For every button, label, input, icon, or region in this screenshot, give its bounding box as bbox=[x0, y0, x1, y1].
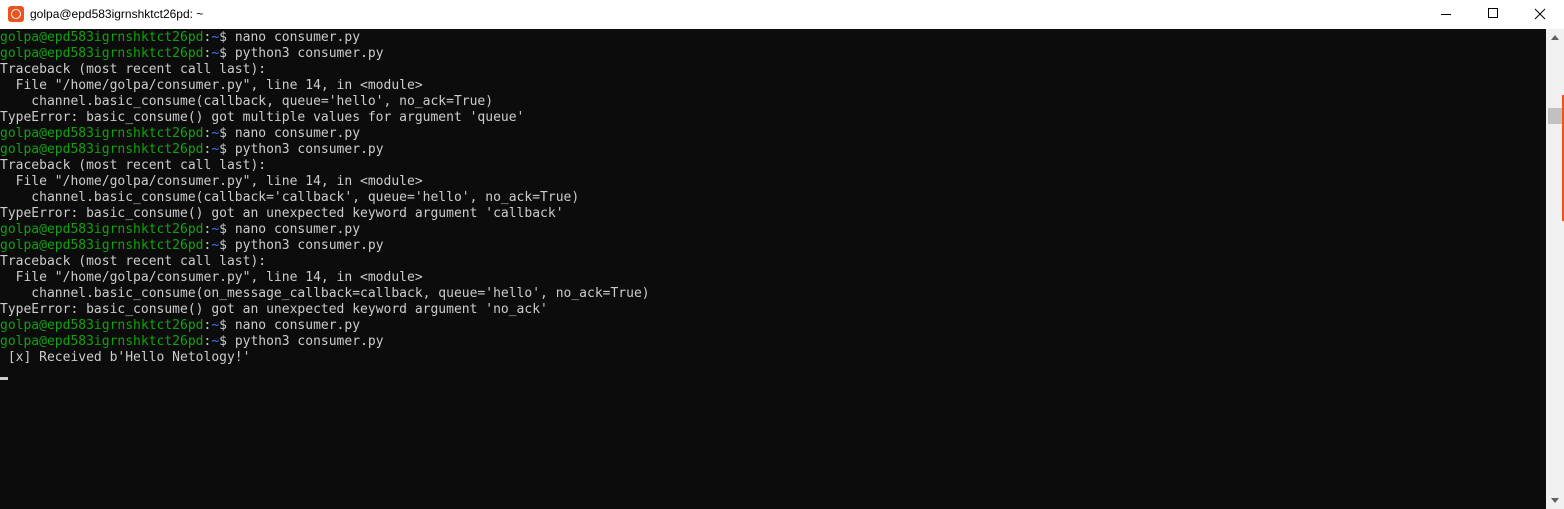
minimize-icon bbox=[1441, 14, 1451, 15]
prompt-symbol: $ bbox=[219, 126, 235, 141]
terminal-lines: golpa@epd583igrnshktct26pd:~$ nano consu… bbox=[0, 30, 650, 366]
prompt-line: golpa@epd583igrnshktct26pd:~$ python3 co… bbox=[0, 238, 650, 254]
prompt-user-host: golpa@epd583igrnshktct26pd bbox=[0, 222, 204, 237]
prompt-symbol: $ bbox=[219, 222, 235, 237]
maximize-icon bbox=[1488, 8, 1498, 18]
prompt-user-host: golpa@epd583igrnshktct26pd bbox=[0, 46, 204, 61]
prompt-path: ~ bbox=[211, 46, 220, 61]
command-text: nano consumer.py bbox=[234, 30, 361, 45]
command-text: nano consumer.py bbox=[234, 222, 361, 237]
prompt-user-host: golpa@epd583igrnshktct26pd bbox=[0, 238, 204, 253]
prompt-path: ~ bbox=[211, 238, 220, 253]
minimize-button[interactable] bbox=[1423, 0, 1469, 29]
prompt-line: golpa@epd583igrnshktct26pd:~$ nano consu… bbox=[0, 318, 650, 334]
scroll-down-arrow-icon bbox=[1551, 498, 1559, 503]
prompt-path: ~ bbox=[211, 30, 220, 45]
close-icon bbox=[1534, 8, 1546, 20]
title-bar[interactable]: golpa@epd583igrnshktct26pd: ~ bbox=[0, 0, 1564, 29]
prompt-line: golpa@epd583igrnshktct26pd:~$ nano consu… bbox=[0, 30, 650, 46]
prompt-path: ~ bbox=[211, 126, 220, 141]
prompt-user-host: golpa@epd583igrnshktct26pd bbox=[0, 334, 204, 349]
output-line: channel.basic_consume(callback, queue='h… bbox=[0, 94, 494, 109]
prompt-symbol: $ bbox=[219, 30, 235, 45]
output-line: File "/home/golpa/consumer.py", line 14,… bbox=[0, 78, 423, 93]
prompt-line: golpa@epd583igrnshktct26pd:~$ nano consu… bbox=[0, 126, 650, 142]
command-text: python3 consumer.py bbox=[234, 238, 384, 253]
prompt-symbol: $ bbox=[219, 334, 235, 349]
command-text: python3 consumer.py bbox=[234, 142, 384, 157]
command-text: nano consumer.py bbox=[234, 318, 361, 333]
prompt-user-host: golpa@epd583igrnshktct26pd bbox=[0, 318, 204, 333]
command-text: nano consumer.py bbox=[234, 126, 361, 141]
scroll-down-button[interactable] bbox=[1546, 492, 1564, 509]
scrollbar-thumb[interactable] bbox=[1548, 108, 1562, 124]
window-title: golpa@epd583igrnshktct26pd: ~ bbox=[30, 7, 204, 21]
output-line: channel.basic_consume(callback='callback… bbox=[0, 190, 580, 205]
prompt-line: golpa@epd583igrnshktct26pd:~$ python3 co… bbox=[0, 334, 650, 350]
prompt-line: golpa@epd583igrnshktct26pd:~$ nano consu… bbox=[0, 222, 650, 238]
prompt-line: golpa@epd583igrnshktct26pd:~$ python3 co… bbox=[0, 142, 650, 158]
ubuntu-logo-icon bbox=[8, 6, 24, 22]
prompt-user-host: golpa@epd583igrnshktct26pd bbox=[0, 142, 204, 157]
command-text: python3 consumer.py bbox=[234, 46, 384, 61]
output-line: File "/home/golpa/consumer.py", line 14,… bbox=[0, 270, 423, 285]
prompt-path: ~ bbox=[211, 222, 220, 237]
output-line: [x] Received b'Hello Netology!' bbox=[0, 350, 251, 365]
output-line: TypeError: basic_consume() got an unexpe… bbox=[0, 206, 564, 221]
prompt-path: ~ bbox=[211, 142, 220, 157]
prompt-symbol: $ bbox=[219, 142, 235, 157]
prompt-symbol: $ bbox=[219, 318, 235, 333]
output-line: Traceback (most recent call last): bbox=[0, 62, 267, 77]
output-line: File "/home/golpa/consumer.py", line 14,… bbox=[0, 174, 423, 189]
prompt-symbol: $ bbox=[219, 46, 235, 61]
close-button[interactable] bbox=[1517, 0, 1563, 29]
maximize-button[interactable] bbox=[1470, 0, 1516, 29]
prompt-line: golpa@epd583igrnshktct26pd:~$ python3 co… bbox=[0, 46, 650, 62]
scroll-up-button[interactable] bbox=[1546, 29, 1564, 46]
terminal-output[interactable]: golpa@epd583igrnshktct26pd:~$ nano consu… bbox=[0, 29, 1546, 509]
output-line: channel.basic_consume(on_message_callbac… bbox=[0, 286, 650, 301]
scroll-up-arrow-icon bbox=[1551, 35, 1559, 40]
prompt-symbol: $ bbox=[219, 238, 235, 253]
prompt-user-host: golpa@epd583igrnshktct26pd bbox=[0, 30, 204, 45]
prompt-path: ~ bbox=[211, 318, 220, 333]
prompt-path: ~ bbox=[211, 334, 220, 349]
output-line: TypeError: basic_consume() got an unexpe… bbox=[0, 302, 548, 317]
output-line: Traceback (most recent call last): bbox=[0, 254, 267, 269]
output-line: TypeError: basic_consume() got multiple … bbox=[0, 110, 525, 125]
prompt-user-host: golpa@epd583igrnshktct26pd bbox=[0, 126, 204, 141]
command-text: python3 consumer.py bbox=[234, 334, 384, 349]
text-cursor bbox=[0, 377, 8, 380]
output-line: Traceback (most recent call last): bbox=[0, 158, 267, 173]
